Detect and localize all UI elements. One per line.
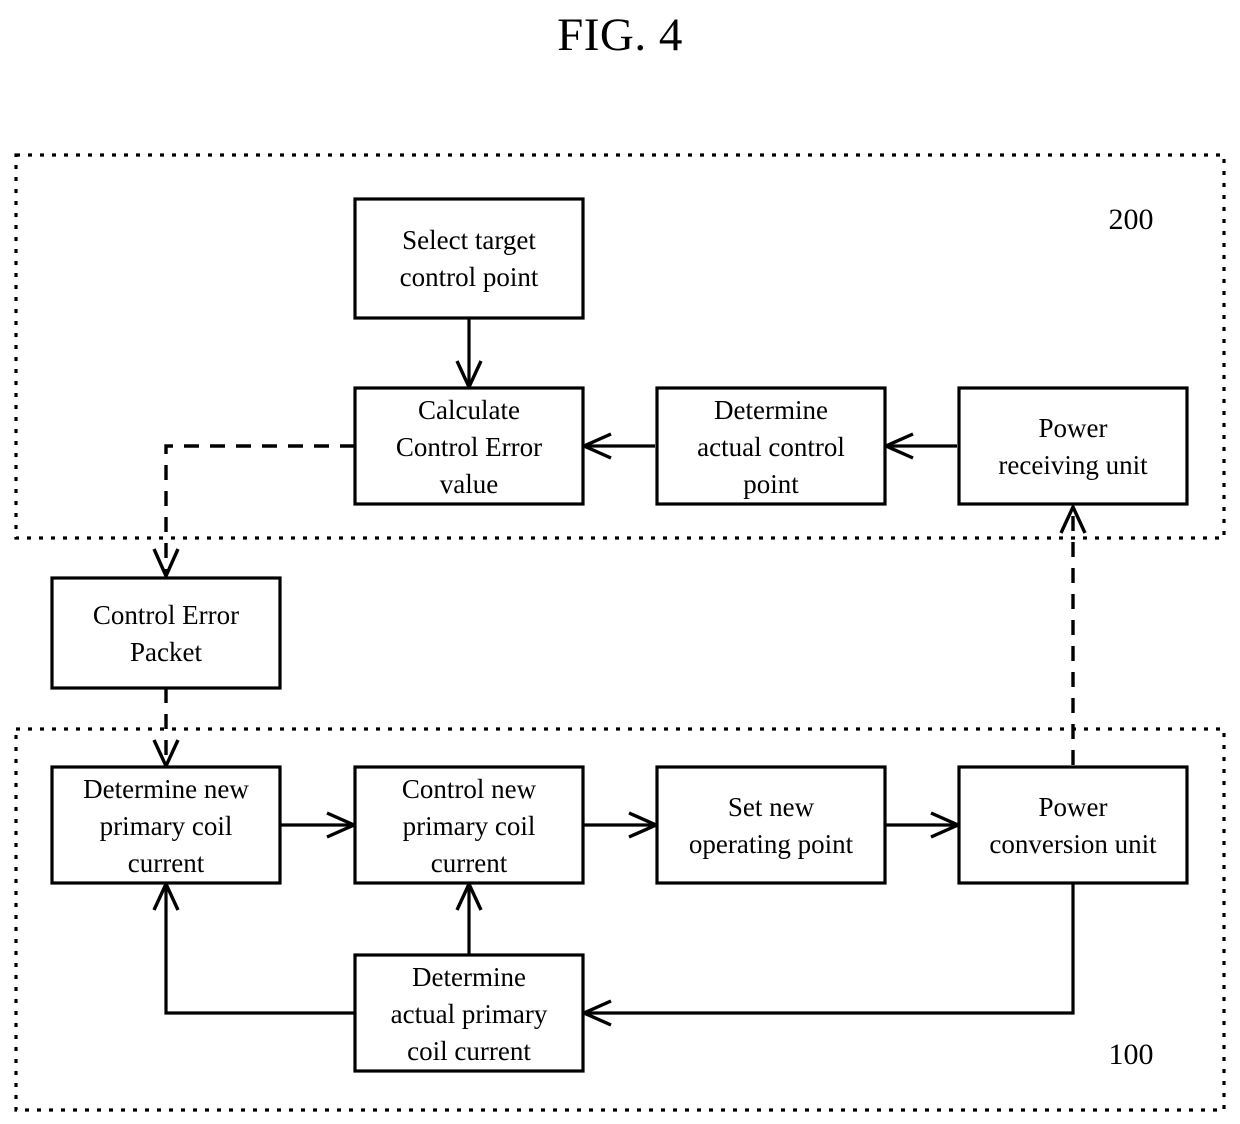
box-calculate-control-error-value[interactable]: Calculate Control Error value [353,386,585,506]
connector-power-conversion-to-determine-actual-primary [579,883,1075,1027]
box-label-line: Control Error [396,432,542,462]
box-label-line: primary coil [100,811,233,841]
box-control-new-primary-coil-current[interactable]: Control new primary coil current [353,765,585,885]
connector-power-receiving-to-determine-control [881,432,957,460]
box-label-line: actual primary [391,999,548,1029]
box-set-new-operating-point[interactable]: Set new operating point [655,765,887,885]
box-label-line: Control new [402,774,537,804]
ref-label-200: 200 [1109,203,1154,236]
box-label-line: Power [1039,413,1108,443]
box-label-line: Power [1039,792,1108,822]
box-label-line: operating point [689,829,854,859]
box-label-line: value [440,469,498,499]
box-label-line: conversion unit [989,829,1157,859]
box-label-line: current [128,848,205,878]
box-control-error-packet[interactable]: Control Error Packet [50,576,282,690]
connector-determine-actual-primary-to-determine-new [152,879,355,1015]
connector-determine-actual-primary-to-control-new [455,879,483,955]
box-determine-actual-control-point[interactable]: Determine actual control point [655,386,887,506]
box-label-line: receiving unit [998,450,1148,480]
connector-calculate-to-control-error-packet [152,444,355,581]
connector-determine-new-to-control-new [280,811,359,839]
box-label-line: Select target [402,225,536,255]
box-label-line: Packet [130,637,202,667]
box-select-target-control-point[interactable]: Select target control point [353,197,585,320]
box-label-line: Determine [412,962,526,992]
connector-control-new-to-set-new [583,811,661,839]
box-label-line: Determine new [83,774,249,804]
box-determine-new-primary-coil-current[interactable]: Determine new primary coil current [50,765,282,885]
box-label-line: Control Error [93,600,239,630]
figure-root: FIG. 4 200 100 Select target control poi… [0,0,1240,1124]
box-label-line: Calculate [418,395,520,425]
ref-label-100: 100 [1109,1038,1154,1071]
box-power-receiving-unit[interactable]: Power receiving unit [957,386,1189,506]
box-label-line: coil current [407,1036,531,1066]
box-label-line: current [431,848,508,878]
box-label-line: Set new [728,792,815,822]
box-label-line: actual control [697,432,845,462]
connector-select-to-calculate [455,318,483,392]
flow-diagram: 200 100 Select target control point Calc… [14,153,1226,1112]
box-determine-actual-primary-coil-current[interactable]: Determine actual primary coil current [353,953,585,1073]
box-power-conversion-unit[interactable]: Power conversion unit [957,765,1189,885]
connector-set-new-to-power-conversion [885,811,963,839]
box-label-line: control point [400,262,539,292]
connector-power-conversion-to-power-receiving [1059,502,1087,765]
box-label-line: primary coil [403,811,536,841]
connector-control-error-packet-to-determine-new [152,688,180,771]
connector-determine-control-to-calculate [579,432,655,460]
box-label-line: point [743,469,799,499]
box-label-line: Determine [714,395,828,425]
